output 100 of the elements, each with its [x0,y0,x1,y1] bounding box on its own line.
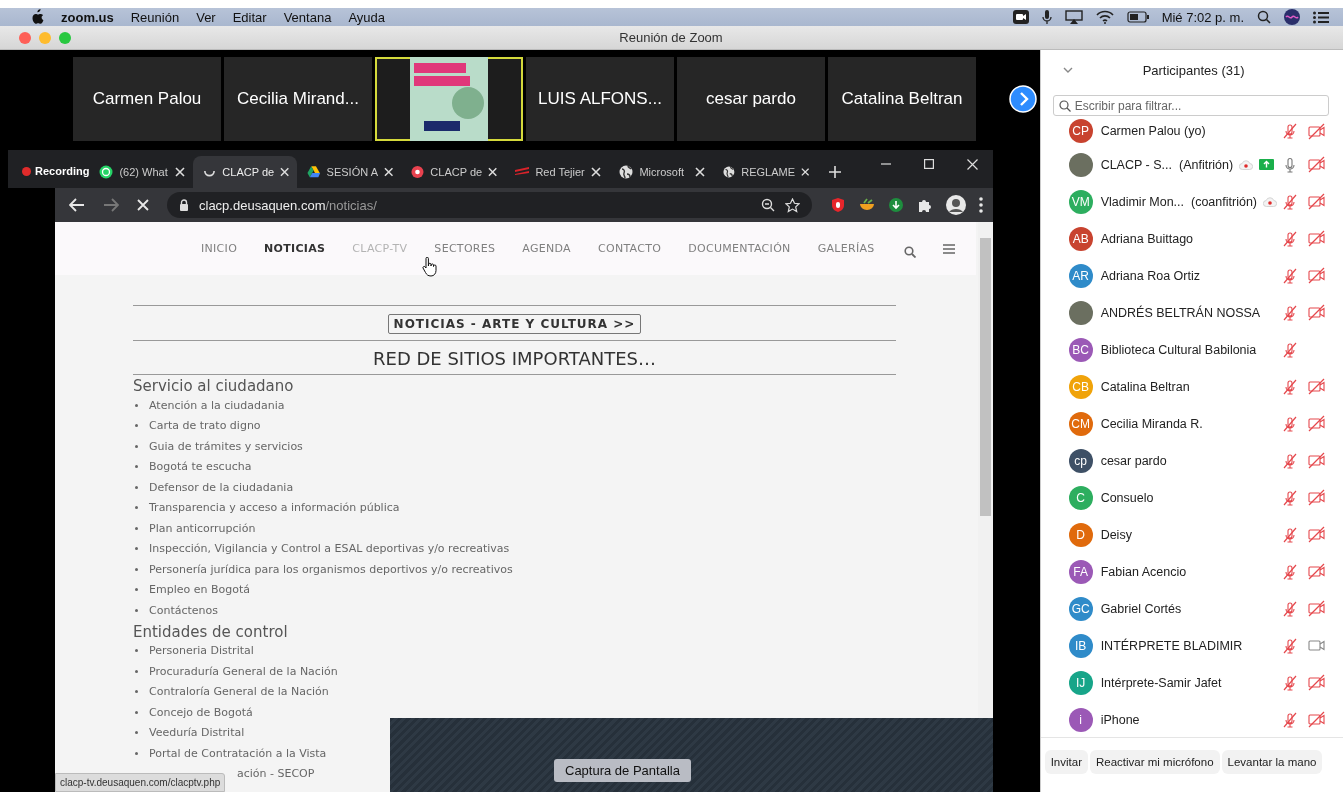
address-bar[interactable]: clacp.deusaquen.com/noticias/ [167,192,812,218]
bowl-icon[interactable] [859,197,875,213]
participant-row[interactable]: CLACP - S... (Anfitrión) [1040,146,1343,183]
close-icon[interactable] [967,158,978,170]
link[interactable]: Bogotá te escucha [149,460,252,474]
link[interactable]: Personería jurídica para los organismos deportivos y/o recreativos [149,562,513,576]
list-icon[interactable] [1313,10,1329,24]
browser-tab[interactable]: SESIÓN A [297,156,402,188]
video-off-icon[interactable] [1307,489,1325,506]
stop-loading-icon[interactable] [137,199,149,211]
panel-button[interactable]: Invitar [1044,750,1088,774]
participant-row[interactable]: CB Catalina Beltran [1040,368,1343,405]
muted-microphone-icon[interactable] [1283,267,1297,284]
apple-logo-icon[interactable] [30,9,44,25]
video-off-icon[interactable] [1307,415,1325,432]
video-off-icon[interactable] [1307,378,1325,395]
participant-row[interactable]: CP Carmen Palou (yo) [1040,116,1343,146]
video-tile[interactable] [375,57,523,141]
link[interactable]: Carta de trato digno [149,419,261,433]
menu-item[interactable]: Editar [232,9,267,25]
video-tile[interactable]: Cecilia Mirand... [224,57,372,141]
browser-tab[interactable]: REGLAME [713,156,818,188]
video-off-icon[interactable] [1307,230,1325,247]
video-off-icon[interactable] [1307,600,1325,617]
video-tile[interactable]: LUIS ALFONS... [526,57,674,141]
profile-avatar-icon[interactable] [946,195,966,215]
muted-microphone-icon[interactable] [1283,674,1297,691]
close-icon[interactable] [591,167,602,177]
participant-row[interactable]: FA Fabian Acencio [1040,553,1343,590]
video-off-icon[interactable] [1307,563,1325,580]
muted-microphone-icon[interactable] [1283,304,1297,321]
participant-row[interactable]: VM Vladimir Mon... (coanfitrión) [1040,183,1343,220]
maximize-icon[interactable] [924,158,934,169]
muted-microphone-icon[interactable] [1283,123,1297,139]
muted-microphone-icon[interactable] [1283,489,1297,506]
video-off-icon[interactable] [1307,267,1325,284]
link[interactable]: Procuraduría General de la Nación [149,664,338,678]
nav-link[interactable]: INICIO [201,242,238,255]
browser-tab[interactable]: Microsoft [609,156,714,188]
close-icon[interactable] [488,167,498,177]
participant-row[interactable]: cp cesar pardo [1040,442,1343,479]
muted-microphone-icon[interactable] [1283,230,1297,247]
next-page-icon[interactable] [1009,85,1037,113]
muted-microphone-icon[interactable] [1283,637,1297,654]
search-icon[interactable] [903,245,916,258]
download-circle-icon[interactable] [888,197,904,213]
muted-microphone-icon[interactable] [1283,452,1297,469]
menu-item[interactable]: Ventana [283,9,332,25]
muted-microphone-icon[interactable] [1283,341,1297,358]
participant-row[interactable]: BC Biblioteca Cultural Babilonia [1040,331,1343,368]
menu-icon[interactable] [942,243,955,254]
panel-button[interactable]: Levantar la mano [1221,750,1323,774]
nav-link[interactable]: SECTORES [434,242,496,255]
wifi-icon[interactable] [1095,10,1114,24]
video-off-icon[interactable] [1307,193,1325,210]
scrollbar-thumb[interactable] [980,238,991,516]
link[interactable]: Veeduría Distrital [149,726,245,740]
muted-microphone-icon[interactable] [1283,193,1297,210]
muted-microphone-icon[interactable] [1283,563,1297,580]
link[interactable]: Contáctenos [149,603,218,617]
shield-icon[interactable] [830,197,846,213]
video-off-icon[interactable] [1307,122,1325,140]
new-tab-plus-icon[interactable] [829,166,842,178]
browser-tab[interactable]: Red Tejier [505,156,610,188]
video-off-icon[interactable] [1307,156,1325,173]
browser-tab[interactable]: CLACP de [401,156,506,188]
video-tile[interactable]: Carmen Palou [73,57,221,141]
panel-button[interactable]: Reactivar mi micrófono [1089,750,1220,774]
link[interactable]: Atención a la ciudadania [149,398,285,412]
video-off-icon[interactable] [1307,452,1325,469]
zoom-out-icon[interactable] [761,198,775,212]
video-tile[interactable]: Catalina Beltran [828,57,976,141]
participant-row[interactable]: D Deisy [1040,516,1343,553]
video-tile[interactable]: cesar pardo [677,57,825,141]
link[interactable]: Guia de trámites y servicios [149,439,303,453]
menu-item[interactable]: Reunión [130,9,180,25]
participant-row[interactable]: AB Adriana Buittago [1040,220,1343,257]
participant-row[interactable]: CM Cecilia Miranda R. [1040,405,1343,442]
filter-field[interactable]: Escribir para filtrar... [1052,95,1329,116]
more-menu-icon[interactable] [979,197,983,213]
muted-microphone-icon[interactable] [1283,415,1297,432]
video-off-icon[interactable] [1307,674,1325,691]
nav-link[interactable]: AGENDA [522,242,571,255]
clock[interactable]: Mié 7:02 p. m. [1161,9,1244,25]
link[interactable]: Transparencia y acceso a información pública [149,501,400,515]
microphone-icon[interactable] [1041,9,1052,25]
search-icon[interactable] [1257,10,1271,24]
nav-link[interactable]: GALERÍAS [817,242,875,255]
video-camera-icon[interactable] [1012,10,1029,24]
link[interactable]: ación - SECOP [237,767,315,781]
link[interactable]: Defensor de la ciudadania [149,480,294,494]
close-icon[interactable] [695,167,706,177]
nav-link[interactable]: NOTICIAS [264,242,326,255]
close-icon[interactable] [801,167,810,177]
airplay-icon[interactable] [1064,10,1083,24]
close-icon[interactable] [175,167,186,177]
participant-row[interactable]: IJ Intérprete-Samir Jafet [1040,664,1343,701]
video-off-icon[interactable] [1307,304,1325,321]
forward-arrow-icon[interactable] [103,198,119,212]
browser-tab[interactable]: CLACP de [193,156,298,188]
